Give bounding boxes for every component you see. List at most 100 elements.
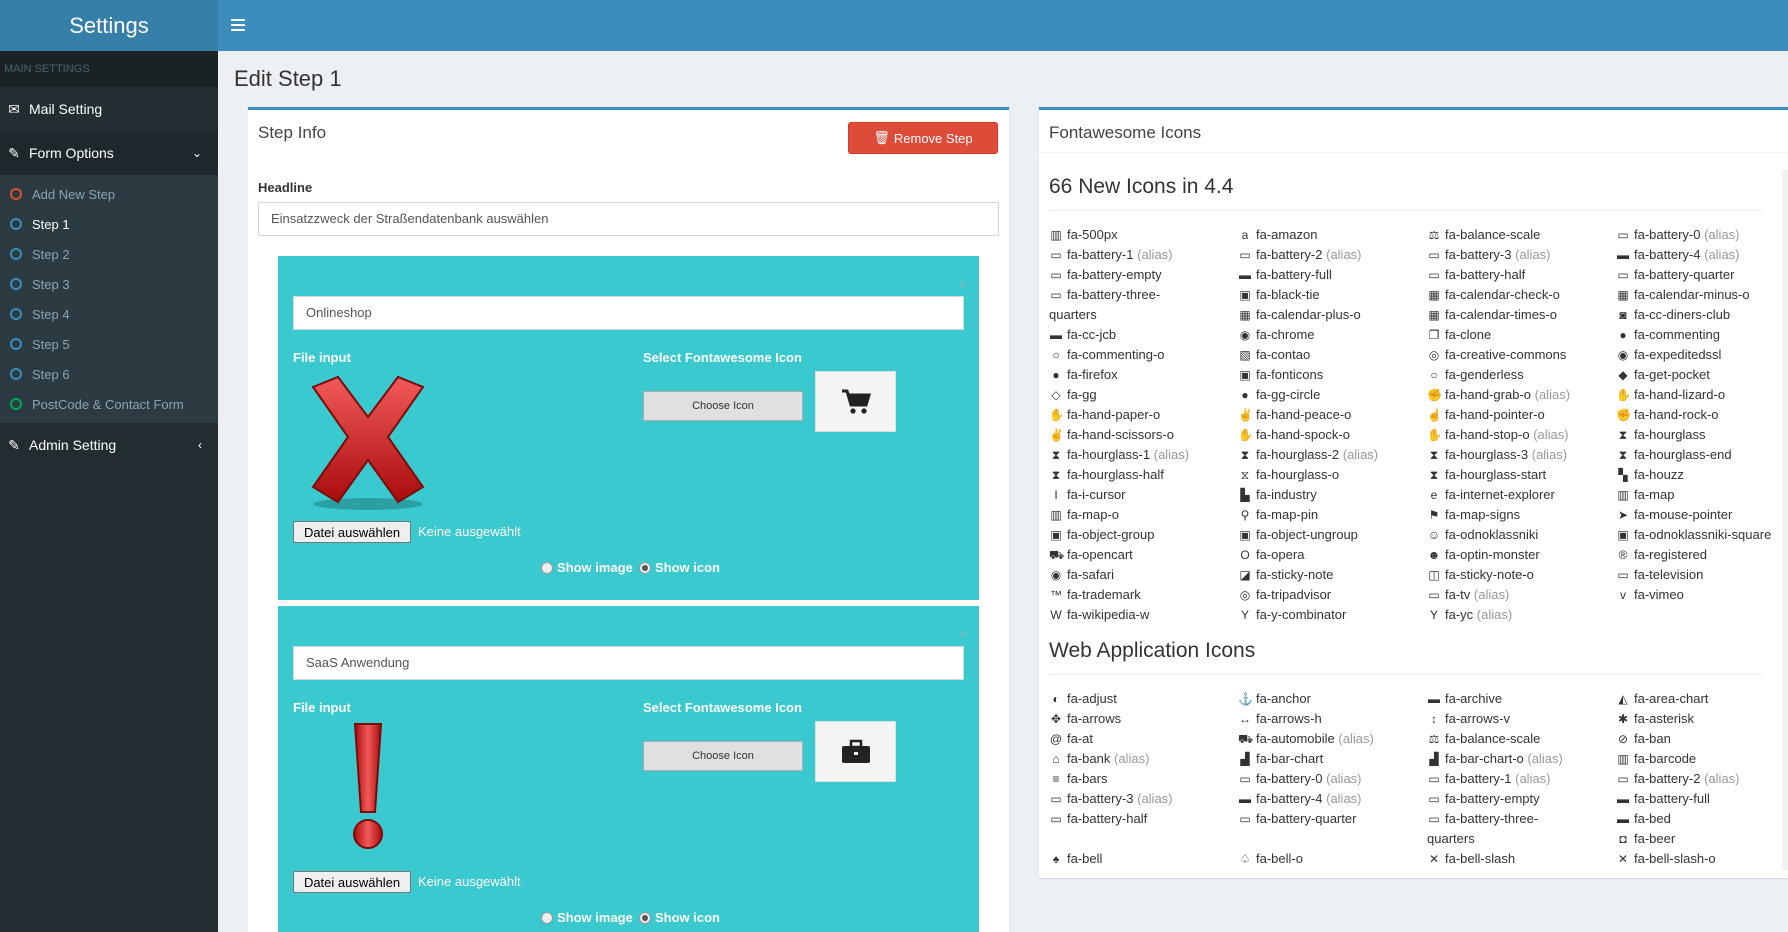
- sidebar-subitem[interactable]: Step 2: [0, 239, 218, 269]
- icon-list-item: ✋ fa-hand-lizard-o: [1616, 387, 1725, 402]
- alias-tag: (alias): [1326, 771, 1362, 786]
- fa-glyph-icon: ▚: [1618, 468, 1628, 482]
- remove-step-button[interactable]: 🗑 Remove Step: [848, 122, 998, 154]
- icon-name: fa-internet-explorer: [1445, 487, 1555, 502]
- icon-name: fa-battery-3: [1445, 247, 1512, 262]
- alias-tag: (alias): [1473, 587, 1510, 602]
- scrollbar[interactable]: [1782, 170, 1788, 870]
- icon-list-item: ▭ fa-battery-3 (alias): [1427, 247, 1550, 262]
- choose-icon-button[interactable]: Choose Icon: [643, 391, 803, 421]
- sidebar-item-form-options[interactable]: ✎ Form Options ⌄: [0, 131, 218, 175]
- headline-input[interactable]: Einsatzzweck der Straßendatenbank auswäh…: [258, 202, 999, 236]
- file-choose-button[interactable]: Datei auswählen: [293, 871, 411, 893]
- sidebar-subitem[interactable]: Step 3: [0, 269, 218, 299]
- sidebar-subitem[interactable]: Step 5: [0, 329, 218, 359]
- headline-label: Headline: [258, 180, 313, 195]
- icon-name: fa-hourglass-2: [1256, 447, 1340, 462]
- icon-list-item: ▣ fa-object-group: [1049, 527, 1154, 542]
- icon-list-item: Yfa-y-combinator: [1238, 607, 1346, 622]
- icon-list-item: ◆ fa-get-pocket: [1616, 367, 1710, 382]
- show-icon-radio[interactable]: Show icon: [639, 910, 720, 925]
- icon-list-item: ⚲ fa-map-pin: [1238, 507, 1319, 522]
- red-exclamation-icon: [293, 722, 443, 862]
- icon-list-item: @ fa-at: [1049, 731, 1093, 746]
- sidebar-item-label: Form Options: [29, 145, 114, 161]
- option-name-input[interactable]: Onlineshop: [293, 296, 964, 330]
- show-icon-radio[interactable]: Show icon: [639, 560, 720, 575]
- icon-list-item: ⧗ fa-hourglass-1 (alias): [1049, 447, 1189, 463]
- icon-list-item: ⚖ fa-balance-scale: [1427, 227, 1541, 242]
- close-icon[interactable]: ×: [959, 276, 967, 292]
- fa-glyph-icon: ⧗: [1618, 448, 1628, 462]
- icon-list-item: ▭ fa-battery-three-: [1427, 811, 1538, 826]
- fa-glyph-icon: ▦: [1617, 288, 1629, 302]
- icon-list-item: a fa-amazon: [1238, 227, 1318, 242]
- radio-button[interactable]: [541, 561, 553, 574]
- icon-name: fa-hand-grab-o: [1445, 387, 1531, 402]
- section-heading: Web Application Icons: [1049, 639, 1256, 662]
- file-choose-button[interactable]: Datei auswählen: [293, 521, 411, 543]
- icon-list-item: ⚖ fa-balance-scale: [1427, 731, 1541, 746]
- sidebar-item-admin-setting[interactable]: ✎ Admin Setting ‹: [0, 423, 218, 467]
- sidebar-subitem-label: Step 5: [32, 336, 70, 352]
- sidebar-subitem[interactable]: PostCode & Contact Form: [0, 389, 218, 419]
- radio-button[interactable]: [639, 911, 651, 924]
- icon-list-item: ⌂ fa-bank (alias): [1049, 751, 1149, 766]
- sidebar-subitem[interactable]: Step 4: [0, 299, 218, 329]
- icon-list-item: ▚ fa-houzz: [1616, 467, 1684, 482]
- app-logo[interactable]: Settings: [0, 0, 218, 51]
- fa-glyph-icon: ▭: [1617, 228, 1629, 242]
- shopping-cart-icon: [815, 371, 896, 432]
- fa-glyph-icon: ◪: [1239, 568, 1251, 582]
- fa-glyph-icon: ▙: [1240, 488, 1250, 502]
- fa-glyph-icon: ◭: [1618, 692, 1628, 706]
- icon-name: fa-battery-empty: [1067, 267, 1162, 282]
- icon-name: fa-gg: [1067, 387, 1097, 402]
- icon-name: fa-optin-monster: [1445, 547, 1540, 562]
- choose-icon-button[interactable]: Choose Icon: [643, 741, 803, 771]
- icon-list-item: ▦ fa-calendar-times-o: [1427, 307, 1557, 322]
- icon-name: fa-hand-rock-o: [1634, 407, 1719, 422]
- close-icon[interactable]: ×: [959, 626, 967, 642]
- icon-list-item: ✊ fa-hand-grab-o (alias): [1427, 387, 1570, 402]
- show-image-radio[interactable]: Show image: [541, 560, 633, 575]
- fa-glyph-icon: ⚖: [1428, 228, 1440, 242]
- menu-toggle-icon[interactable]: [231, 16, 245, 34]
- icon-list-item: ⛟ fa-automobile (alias): [1238, 731, 1374, 748]
- fa-glyph-icon: ▣: [1239, 288, 1251, 302]
- fa-glyph-icon: Y: [1240, 608, 1249, 622]
- sidebar-subitem[interactable]: Add New Step: [0, 179, 218, 209]
- icon-list-item: ▭ fa-television: [1616, 567, 1703, 582]
- sidebar-subitem[interactable]: Step 1: [0, 209, 218, 239]
- fa-glyph-icon: ▭: [1428, 772, 1440, 786]
- sidebar-subitem[interactable]: Step 6: [0, 359, 218, 389]
- icon-list-item: ▣ fa-object-ungroup: [1238, 527, 1358, 542]
- radio-label: Show icon: [655, 910, 720, 925]
- fa-glyph-icon: ⚖: [1428, 732, 1440, 746]
- radio-button[interactable]: [639, 561, 651, 574]
- icon-name: fa-map-signs: [1445, 507, 1521, 522]
- show-image-radio[interactable]: Show image: [541, 910, 633, 925]
- circle-icon: [10, 398, 22, 410]
- alias-tag: (alias): [1533, 427, 1569, 442]
- icon-list-item: ▣ fa-fonticons: [1238, 367, 1323, 382]
- icon-list-item: ☺ fa-odnoklassniki: [1427, 527, 1538, 542]
- radio-label: Show image: [557, 560, 633, 575]
- icon-name: fa-vimeo: [1634, 587, 1684, 602]
- icon-list-item: ▟ fa-bar-chart: [1238, 751, 1323, 766]
- icon-list-item: quarters: [1427, 831, 1475, 846]
- icon-list-item: ▭ fa-battery-3 (alias): [1049, 791, 1172, 806]
- icon-name: fa-map-pin: [1256, 507, 1319, 522]
- option-name-input[interactable]: SaaS Anwendung: [293, 646, 964, 680]
- alias-tag: (alias): [1527, 751, 1563, 766]
- select-icon-label: Select Fontawesome Icon: [643, 350, 802, 365]
- fa-glyph-icon: ▣: [1617, 528, 1629, 542]
- fa-glyph-icon: ▭: [1428, 812, 1440, 826]
- sidebar-item-mail-setting[interactable]: ✉ Mail Setting: [0, 87, 218, 131]
- radio-button[interactable]: [541, 911, 553, 924]
- icon-list-item: ● fa-commenting: [1616, 327, 1720, 342]
- icon-list-item: ⊘ fa-ban: [1616, 731, 1671, 746]
- icon-name: fa-battery-1: [1445, 771, 1512, 786]
- icon-name: fa-television: [1634, 567, 1704, 582]
- icon-name: fa-commenting-o: [1067, 347, 1165, 362]
